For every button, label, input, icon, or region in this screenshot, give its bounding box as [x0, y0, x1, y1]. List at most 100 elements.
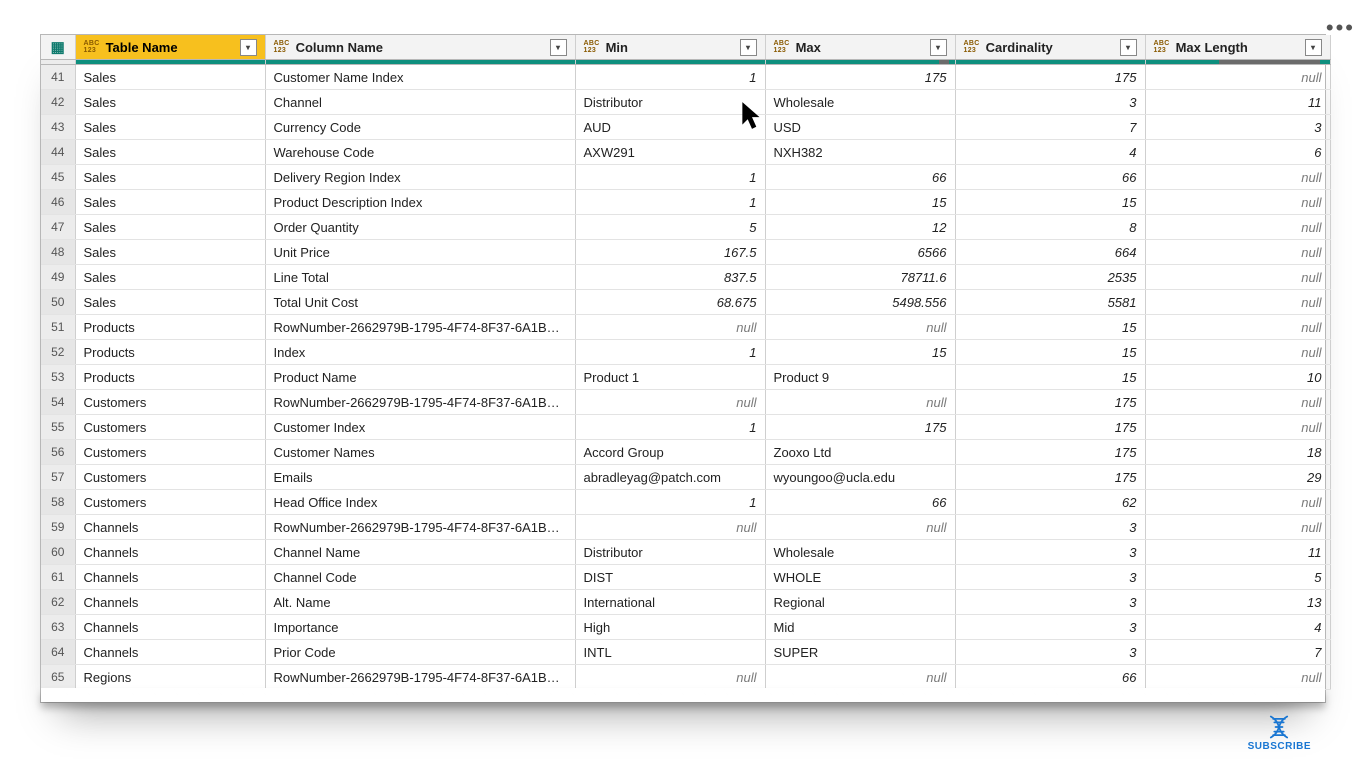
cell-min[interactable]: 1 — [575, 190, 765, 215]
cell-column-name[interactable]: Prior Code — [265, 640, 575, 665]
cell-cardinality[interactable]: 2535 — [955, 265, 1145, 290]
cell-cardinality[interactable]: 62 — [955, 490, 1145, 515]
cell-max-length[interactable]: null — [1145, 315, 1330, 340]
cell-max-length[interactable]: null — [1145, 665, 1330, 690]
chevron-down-icon[interactable]: ▾ — [930, 39, 947, 56]
row-number[interactable]: 52 — [41, 340, 75, 365]
cell-cardinality[interactable]: 3 — [955, 590, 1145, 615]
cell-table-name[interactable]: Sales — [75, 265, 265, 290]
column-header-column-name[interactable]: ABC123Column Name▾ — [265, 35, 575, 60]
cell-cardinality[interactable]: 15 — [955, 365, 1145, 390]
cell-column-name[interactable]: Customer Name Index — [265, 65, 575, 90]
cell-min[interactable]: Accord Group — [575, 440, 765, 465]
cell-max-length[interactable]: 5 — [1145, 565, 1330, 590]
column-header-max-length[interactable]: ABC123Max Length▾ — [1145, 35, 1330, 60]
row-number[interactable]: 60 — [41, 540, 75, 565]
cell-column-name[interactable]: Delivery Region Index — [265, 165, 575, 190]
cell-table-name[interactable]: Channels — [75, 640, 265, 665]
row-number[interactable]: 53 — [41, 365, 75, 390]
cell-max[interactable]: 15 — [765, 340, 955, 365]
cell-max-length[interactable]: null — [1145, 190, 1330, 215]
cell-column-name[interactable]: Currency Code — [265, 115, 575, 140]
cell-max[interactable]: null — [765, 390, 955, 415]
cell-min[interactable]: null — [575, 390, 765, 415]
cell-column-name[interactable]: Customer Index — [265, 415, 575, 440]
cell-min[interactable]: abradleyag@patch.com — [575, 465, 765, 490]
row-number[interactable]: 45 — [41, 165, 75, 190]
cell-cardinality[interactable]: 3 — [955, 640, 1145, 665]
cell-column-name[interactable]: Customer Names — [265, 440, 575, 465]
cell-table-name[interactable]: Channels — [75, 565, 265, 590]
cell-max[interactable]: null — [765, 315, 955, 340]
cell-table-name[interactable]: Sales — [75, 215, 265, 240]
cell-max-length[interactable]: null — [1145, 165, 1330, 190]
cell-cardinality[interactable]: 15 — [955, 190, 1145, 215]
cell-cardinality[interactable]: 8 — [955, 215, 1145, 240]
cell-min[interactable]: null — [575, 515, 765, 540]
cell-column-name[interactable]: RowNumber-2662979B-1795-4F74-8F37-6A1BA8… — [265, 315, 575, 340]
cell-max-length[interactable]: null — [1145, 215, 1330, 240]
row-number[interactable]: 57 — [41, 465, 75, 490]
cell-min[interactable]: Distributor — [575, 90, 765, 115]
cell-max-length[interactable]: null — [1145, 390, 1330, 415]
cell-max[interactable]: Zooxo Ltd — [765, 440, 955, 465]
cell-min[interactable]: 68.675 — [575, 290, 765, 315]
cell-max-length[interactable]: 18 — [1145, 440, 1330, 465]
cell-table-name[interactable]: Sales — [75, 190, 265, 215]
column-header-table-name[interactable]: ABC123Table Name▾ — [75, 35, 265, 60]
row-number[interactable]: 42 — [41, 90, 75, 115]
cell-max[interactable]: 15 — [765, 190, 955, 215]
cell-table-name[interactable]: Products — [75, 365, 265, 390]
cell-table-name[interactable]: Customers — [75, 415, 265, 440]
cell-min[interactable]: High — [575, 615, 765, 640]
cell-max-length[interactable]: 13 — [1145, 590, 1330, 615]
row-number[interactable]: 47 — [41, 215, 75, 240]
cell-cardinality[interactable]: 3 — [955, 565, 1145, 590]
chevron-down-icon[interactable]: ▾ — [1305, 39, 1322, 56]
cell-cardinality[interactable]: 175 — [955, 440, 1145, 465]
cell-max[interactable]: WHOLE — [765, 565, 955, 590]
cell-max[interactable]: 5498.556 — [765, 290, 955, 315]
row-number[interactable]: 48 — [41, 240, 75, 265]
cell-column-name[interactable]: Order Quantity — [265, 215, 575, 240]
cell-max[interactable]: USD — [765, 115, 955, 140]
cell-table-name[interactable]: Channels — [75, 540, 265, 565]
cell-min[interactable]: 1 — [575, 165, 765, 190]
cell-cardinality[interactable]: 66 — [955, 665, 1145, 690]
column-header-min[interactable]: ABC123Min▾ — [575, 35, 765, 60]
cell-min[interactable]: Distributor — [575, 540, 765, 565]
cell-cardinality[interactable]: 3 — [955, 615, 1145, 640]
column-header-max[interactable]: ABC123Max▾ — [765, 35, 955, 60]
cell-table-name[interactable]: Customers — [75, 465, 265, 490]
cell-max[interactable]: wyoungoo@ucla.edu — [765, 465, 955, 490]
cell-min[interactable]: 5 — [575, 215, 765, 240]
cell-cardinality[interactable]: 66 — [955, 165, 1145, 190]
cell-max-length[interactable]: null — [1145, 340, 1330, 365]
cell-column-name[interactable]: Channel — [265, 90, 575, 115]
cell-max-length[interactable]: 10 — [1145, 365, 1330, 390]
cell-max[interactable]: null — [765, 665, 955, 690]
row-number[interactable]: 59 — [41, 515, 75, 540]
cell-max[interactable]: Mid — [765, 615, 955, 640]
cell-max[interactable]: Wholesale — [765, 540, 955, 565]
cell-table-name[interactable]: Customers — [75, 490, 265, 515]
cell-min[interactable]: Product 1 — [575, 365, 765, 390]
cell-max[interactable]: Regional — [765, 590, 955, 615]
cell-min[interactable]: DIST — [575, 565, 765, 590]
row-number[interactable]: 50 — [41, 290, 75, 315]
cell-table-name[interactable]: Sales — [75, 140, 265, 165]
cell-min[interactable]: International — [575, 590, 765, 615]
cell-cardinality[interactable]: 175 — [955, 390, 1145, 415]
cell-min[interactable]: 1 — [575, 340, 765, 365]
row-number[interactable]: 46 — [41, 190, 75, 215]
cell-max-length[interactable]: null — [1145, 265, 1330, 290]
row-number[interactable]: 49 — [41, 265, 75, 290]
row-number[interactable]: 63 — [41, 615, 75, 640]
cell-table-name[interactable]: Sales — [75, 115, 265, 140]
row-number[interactable]: 65 — [41, 665, 75, 690]
cell-max-length[interactable]: null — [1145, 240, 1330, 265]
cell-column-name[interactable]: Warehouse Code — [265, 140, 575, 165]
cell-min[interactable]: AXW291 — [575, 140, 765, 165]
cell-max[interactable]: 6566 — [765, 240, 955, 265]
chevron-down-icon[interactable]: ▾ — [1120, 39, 1137, 56]
